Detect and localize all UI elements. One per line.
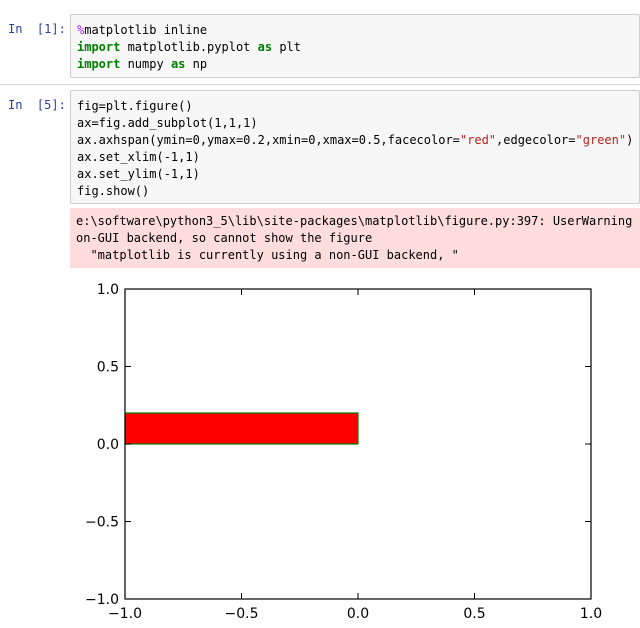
code-token: ,edgecolor= bbox=[496, 133, 576, 147]
x-tick-label: 0.5 bbox=[463, 606, 485, 622]
code-token: ax.axhspan(ymin=0,ymax=0.2,xmin=0,xmax=0… bbox=[77, 133, 460, 147]
code-token: plt bbox=[272, 40, 301, 54]
code-token: "red" bbox=[459, 133, 497, 147]
x-tick-label: −1.0 bbox=[108, 606, 142, 622]
code-token: as bbox=[257, 40, 273, 54]
code-token: "green" bbox=[575, 133, 627, 147]
y-tick-label: −0.5 bbox=[85, 515, 119, 531]
code-token: ) bbox=[626, 133, 633, 147]
x-tick-label: 1.0 bbox=[580, 606, 602, 622]
code-line: ax.set_xlim(-1,1) bbox=[77, 149, 633, 166]
stderr-line: "matplotlib is currently using a non-GUI… bbox=[76, 248, 459, 262]
code-token: ax=fig.add_subplot(1,1,1) bbox=[77, 116, 258, 130]
stderr-line: e:\software\python3_5\lib\site-packages\… bbox=[76, 214, 634, 228]
code-token: ax.set_ylim(-1,1) bbox=[77, 167, 200, 181]
code-token: import bbox=[77, 57, 121, 71]
y-tick-label: 0.5 bbox=[97, 360, 119, 376]
cell-separator bbox=[0, 84, 640, 85]
axhspan-rect bbox=[124, 412, 359, 445]
code-input[interactable]: fig=plt.figure() ax=fig.add_subplot(1,1,1… bbox=[70, 90, 640, 204]
y-tick-label: −1.0 bbox=[85, 592, 119, 608]
x-tick-label: 0.0 bbox=[347, 606, 369, 622]
code-line: import matplotlib.pyplot as plt bbox=[77, 39, 633, 56]
code-token: ax.set_xlim(-1,1) bbox=[77, 150, 200, 164]
code-token: matplotlib inline bbox=[84, 23, 208, 37]
matplotlib-figure: −1.0 −0.5 0.0 0.5 1.0 −1.0 −0.5 0.0 0.5 1.0 bbox=[85, 282, 602, 622]
code-token: fig.show() bbox=[77, 184, 150, 198]
code-line: ax.set_ylim(-1,1) bbox=[77, 166, 633, 183]
code-token: matplotlib.pyplot bbox=[120, 40, 258, 54]
x-tick-label: −0.5 bbox=[225, 606, 259, 622]
y-tick-label: 1.0 bbox=[97, 282, 119, 298]
code-line: fig.show() bbox=[77, 183, 633, 200]
code-token: fig=plt.figure() bbox=[77, 99, 193, 113]
code-token: as bbox=[170, 57, 186, 71]
code-line: ax.axhspan(ymin=0,ymax=0.2,xmin=0,xmax=0… bbox=[77, 132, 633, 149]
code-line: %matplotlib inline bbox=[77, 22, 633, 39]
code-line: ax=fig.add_subplot(1,1,1) bbox=[77, 115, 633, 132]
stderr-output: e:\software\python3_5\lib\site-packages\… bbox=[70, 208, 640, 268]
y-tick-label: 0.0 bbox=[97, 437, 119, 453]
code-line: import numpy as np bbox=[77, 56, 633, 73]
code-token: np bbox=[185, 57, 208, 71]
code-token: numpy bbox=[120, 57, 171, 71]
code-input[interactable]: %matplotlib inline import matplotlib.pypl… bbox=[70, 14, 640, 78]
cell-prompt: In [5]: bbox=[8, 98, 66, 112]
cell-prompt: In [1]: bbox=[8, 22, 66, 36]
code-line: fig=plt.figure() bbox=[77, 98, 633, 115]
code-token: import bbox=[77, 40, 121, 54]
stderr-line: on-GUI backend, so cannot show the figur… bbox=[76, 231, 373, 245]
